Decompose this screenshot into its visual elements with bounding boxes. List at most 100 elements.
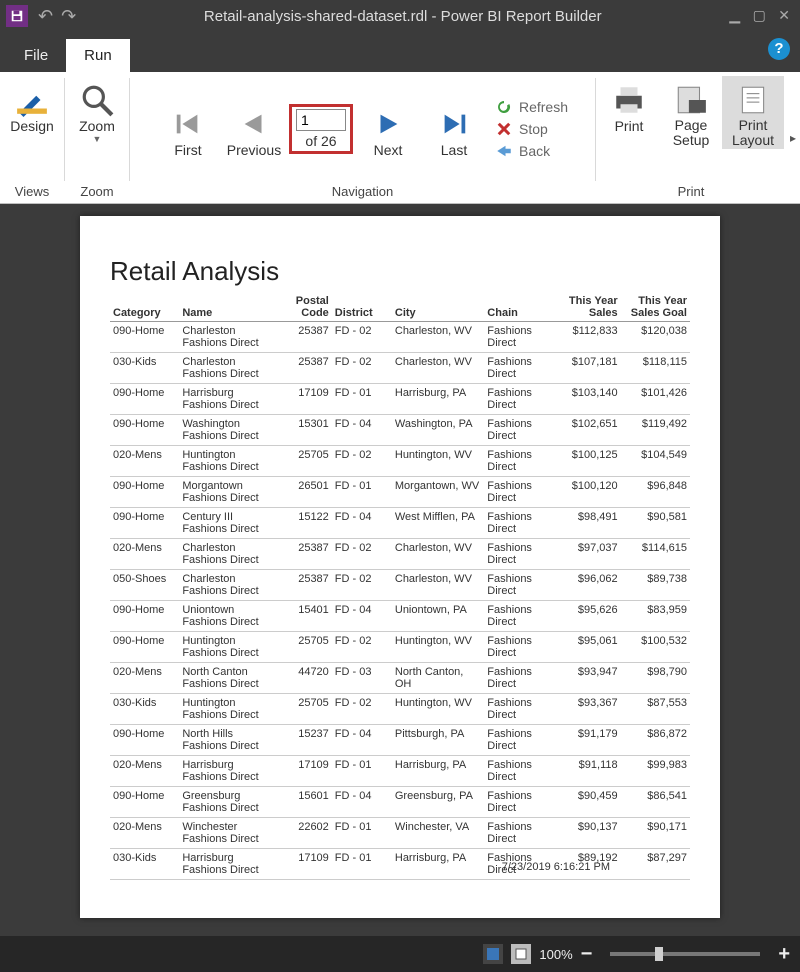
table-cell: Charleston, WV — [392, 539, 484, 570]
navigation-group-label: Navigation — [130, 182, 595, 201]
table-cell: FD - 02 — [332, 353, 392, 384]
table-cell: FD - 01 — [332, 756, 392, 787]
table-cell: 090-Home — [110, 322, 179, 353]
zoom-slider-thumb[interactable] — [655, 947, 663, 961]
next-button[interactable]: Next — [357, 100, 419, 158]
help-button[interactable]: ? — [768, 38, 790, 60]
zoom-group-label: Zoom — [65, 182, 129, 201]
column-header: PostalCode — [283, 293, 332, 322]
report-title: Retail Analysis — [110, 256, 690, 287]
back-button[interactable]: Back — [495, 140, 568, 162]
zoom-in-button[interactable]: + — [778, 943, 790, 966]
table-cell: 090-Home — [110, 632, 179, 663]
refresh-button[interactable]: Refresh — [495, 96, 568, 118]
table-cell: $93,947 — [551, 663, 620, 694]
table-cell: Pittsburgh, PA — [392, 725, 484, 756]
refresh-label: Refresh — [519, 99, 568, 115]
zoom-out-button[interactable]: − — [581, 943, 593, 966]
column-header: District — [332, 293, 392, 322]
table-cell: FD - 02 — [332, 322, 392, 353]
print-layout-button[interactable]: Print Layout — [722, 76, 784, 149]
maximize-button[interactable]: ▢ — [753, 7, 766, 23]
minimize-button[interactable]: ▁ — [729, 7, 740, 23]
table-cell: Huntington Fashions Direct — [179, 446, 283, 477]
stop-label: Stop — [519, 121, 548, 137]
table-row: 020-MensHarrisburg Fashions Direct17109F… — [110, 756, 690, 787]
page-setup-button[interactable]: Page Setup — [660, 76, 722, 149]
table-cell: Fashions Direct — [484, 477, 551, 508]
table-cell: $102,651 — [551, 415, 620, 446]
table-cell: 020-Mens — [110, 663, 179, 694]
previous-button[interactable]: Previous — [223, 100, 285, 158]
zoom-level: 100% — [539, 947, 572, 962]
table-cell: Fashions Direct — [484, 663, 551, 694]
table-row: 020-MensNorth Canton Fashions Direct4472… — [110, 663, 690, 694]
table-cell: Charleston Fashions Direct — [179, 570, 283, 601]
close-button[interactable]: ✕ — [778, 7, 790, 23]
table-row: 090-HomeGreensburg Fashions Direct15601F… — [110, 787, 690, 818]
view-printlayout-button[interactable] — [511, 944, 531, 964]
table-row: 020-MensWinchester Fashions Direct22602F… — [110, 818, 690, 849]
table-cell: $100,120 — [551, 477, 620, 508]
redo-button[interactable]: ↷ — [61, 6, 76, 27]
table-cell: North Hills Fashions Direct — [179, 725, 283, 756]
undo-button[interactable]: ↶ — [38, 6, 53, 27]
print-button[interactable]: Print — [598, 76, 660, 134]
table-cell: 25387 — [283, 570, 332, 601]
last-icon — [439, 109, 469, 139]
table-cell: $95,626 — [551, 601, 620, 632]
table-cell: Charleston Fashions Direct — [179, 353, 283, 384]
table-cell: Washington Fashions Direct — [179, 415, 283, 446]
table-cell: 44720 — [283, 663, 332, 694]
table-cell: $96,848 — [621, 477, 690, 508]
table-cell: Fashions Direct — [484, 725, 551, 756]
table-cell: Fashions Direct — [484, 694, 551, 725]
back-label: Back — [519, 143, 550, 159]
table-cell: 030-Kids — [110, 353, 179, 384]
report-timestamp: 7/23/2019 6:16:21 PM — [502, 861, 610, 873]
table-cell: FD - 01 — [332, 477, 392, 508]
table-cell: Harrisburg, PA — [392, 756, 484, 787]
table-cell: $91,118 — [551, 756, 620, 787]
table-cell: 090-Home — [110, 415, 179, 446]
first-label: First — [174, 142, 201, 158]
table-cell: Harrisburg, PA — [392, 384, 484, 415]
stop-icon — [495, 120, 513, 138]
refresh-icon — [495, 98, 513, 116]
table-cell: FD - 04 — [332, 725, 392, 756]
table-cell: Fashions Direct — [484, 818, 551, 849]
table-cell: Washington, PA — [392, 415, 484, 446]
table-cell: 25387 — [283, 539, 332, 570]
table-cell: Fashions Direct — [484, 539, 551, 570]
table-row: 030-KidsCharleston Fashions Direct25387F… — [110, 353, 690, 384]
ribbon: Design Views Zoom ▼ Zoom First Previous — [0, 72, 800, 204]
ribbon-expander[interactable]: ▸ — [786, 72, 800, 203]
table-row: 090-HomeHarrisburg Fashions Direct17109F… — [110, 384, 690, 415]
save-button[interactable] — [6, 5, 28, 27]
title-bar: ↶ ↷ Retail-analysis-shared-dataset.rdl -… — [0, 0, 800, 32]
table-cell: FD - 02 — [332, 632, 392, 663]
first-button[interactable]: First — [157, 100, 219, 158]
first-icon — [173, 109, 203, 139]
design-button[interactable]: Design — [1, 76, 63, 134]
menu-file[interactable]: File — [6, 39, 66, 72]
column-header: Chain — [484, 293, 551, 322]
table-cell: 22602 — [283, 818, 332, 849]
table-cell: $96,062 — [551, 570, 620, 601]
zoom-slider[interactable] — [610, 952, 760, 956]
table-cell: $100,532 — [621, 632, 690, 663]
table-cell: 25387 — [283, 353, 332, 384]
last-button[interactable]: Last — [423, 100, 485, 158]
menu-run[interactable]: Run — [66, 39, 130, 72]
stop-button[interactable]: Stop — [495, 118, 568, 140]
table-cell: FD - 01 — [332, 384, 392, 415]
last-label: Last — [441, 142, 467, 158]
table-cell: $104,549 — [621, 446, 690, 477]
table-cell: $120,038 — [621, 322, 690, 353]
page-number-input[interactable] — [296, 109, 346, 131]
window-controls: ▁ ▢ ✕ — [725, 7, 794, 25]
table-cell: $87,553 — [621, 694, 690, 725]
page-number-box: of 26 — [289, 104, 353, 154]
zoom-button[interactable]: Zoom ▼ — [66, 76, 128, 144]
view-normal-button[interactable] — [483, 944, 503, 964]
